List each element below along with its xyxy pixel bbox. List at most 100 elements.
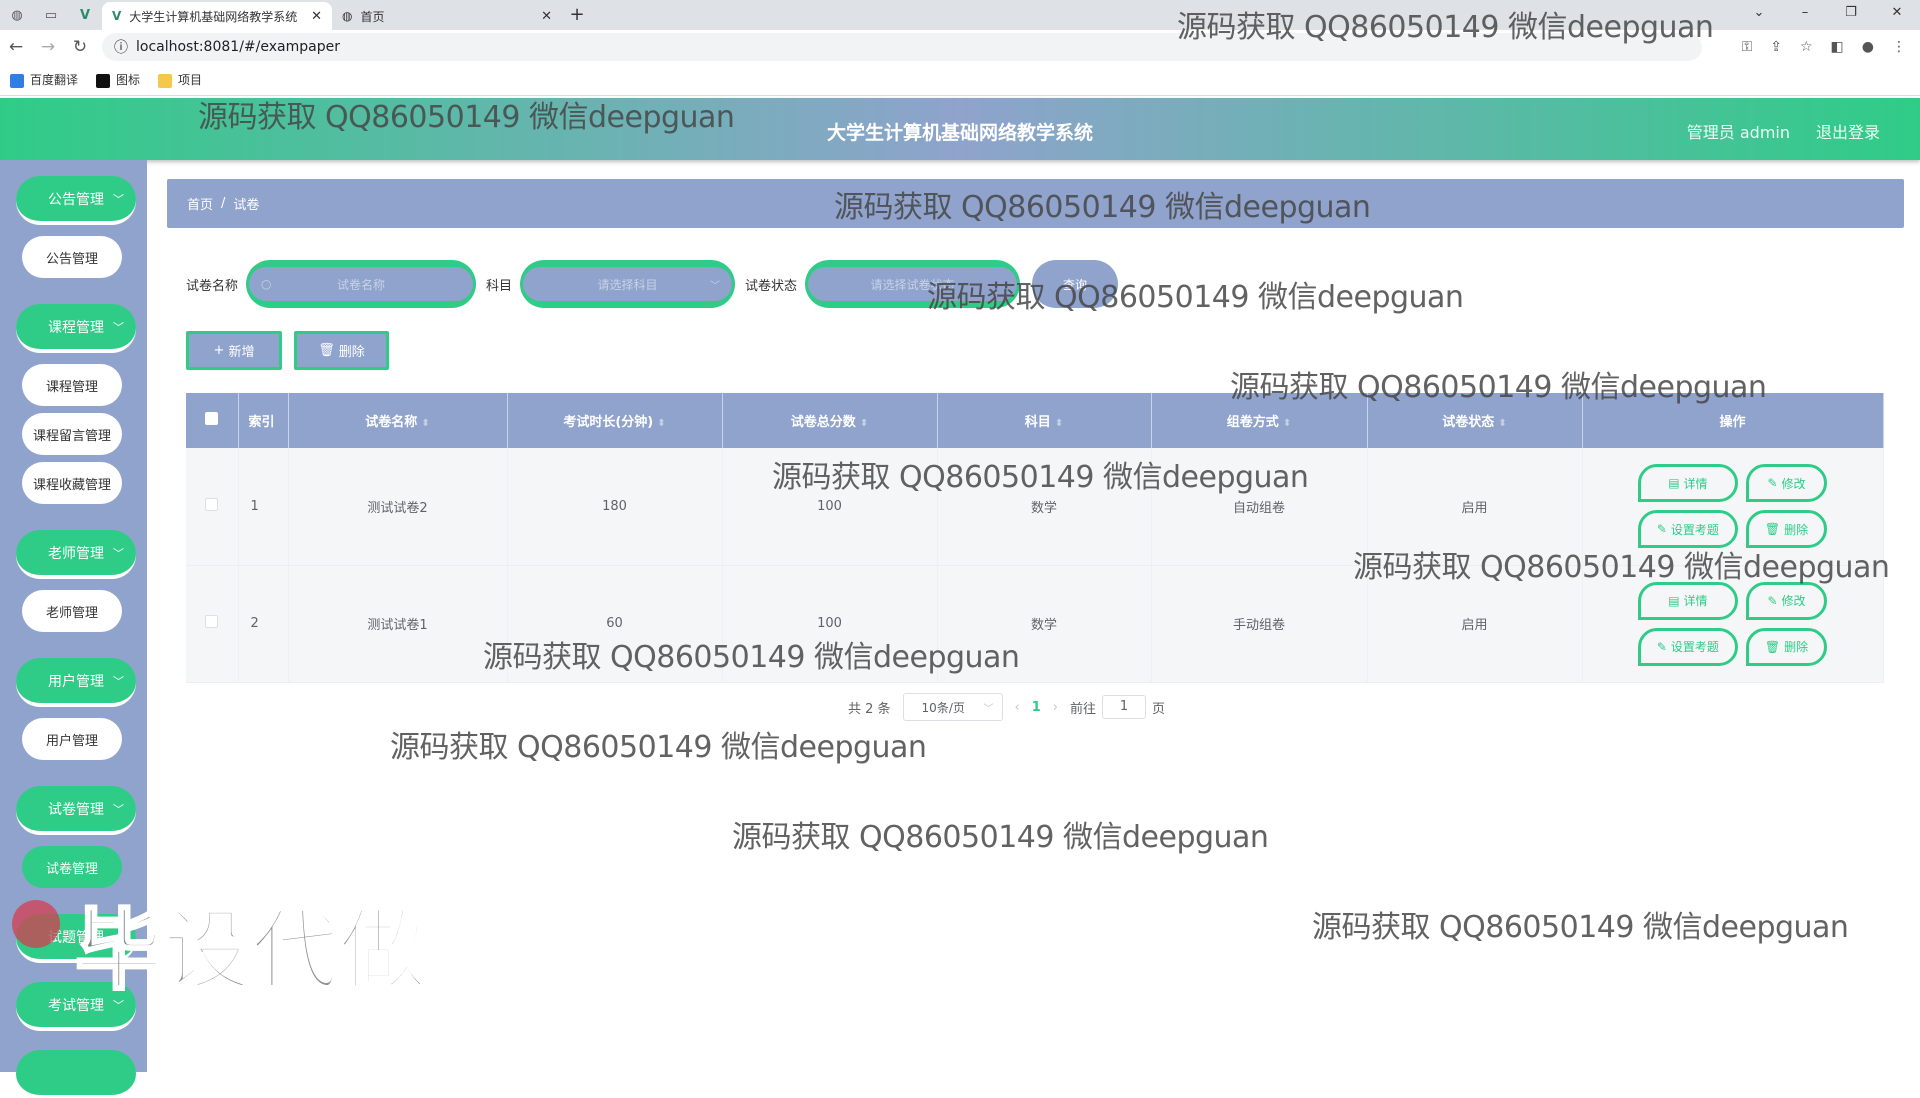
menu-more[interactable]	[16, 1050, 136, 1098]
submenu-notice[interactable]: 公告管理	[22, 236, 122, 278]
minimize-icon[interactable]: –	[1782, 0, 1828, 30]
edit-button[interactable]: ✎ 修改	[1745, 464, 1828, 503]
delete-button[interactable]: 🗑 删除	[1745, 510, 1828, 549]
close-icon[interactable]: ✕	[311, 9, 322, 24]
vue-icon[interactable]: V	[68, 0, 102, 30]
set-questions-button[interactable]: ✎ 设置考题	[1637, 627, 1738, 666]
trash-icon: 🗑	[1764, 639, 1781, 654]
plus-icon: +	[213, 343, 225, 358]
status-select[interactable]: 请选择试卷状态	[805, 260, 1021, 308]
set-questions-button[interactable]: ✎ 设置考题	[1637, 510, 1738, 549]
menu-user[interactable]: 用户管理 ﹀	[16, 658, 136, 706]
breadcrumb: 首页 / 试卷	[167, 179, 1904, 228]
pinned-tab-icon[interactable]: ▭	[34, 0, 68, 30]
bookmark-item[interactable]: 图标	[96, 71, 140, 88]
new-tab-button[interactable]: +	[562, 2, 592, 30]
query-button[interactable]: 查询	[1032, 260, 1119, 308]
restore-icon[interactable]: ❐	[1828, 0, 1874, 30]
menu-notice[interactable]: 公告管理 ﹀	[16, 176, 136, 224]
submenu-exampaper[interactable]: 试卷管理	[22, 846, 122, 888]
chevron-down-icon: ﹀	[113, 802, 124, 816]
back-icon[interactable]: ←	[0, 37, 32, 57]
close-window-icon[interactable]: ✕	[1874, 0, 1920, 30]
submenu-course-favorites[interactable]: 课程收藏管理	[22, 462, 122, 504]
op-label: 删除	[1784, 522, 1809, 537]
cell-total: 100	[722, 565, 938, 683]
url-input[interactable]: ⓘ localhost:8081/#/exampaper	[102, 33, 1702, 61]
cell-status: 启用	[1367, 448, 1583, 566]
logout-link[interactable]: 退出登录	[1816, 119, 1880, 143]
submenu-teacher[interactable]: 老师管理	[22, 590, 122, 632]
page-number[interactable]: 1	[1032, 700, 1041, 715]
profile-icon[interactable]: ●	[1862, 39, 1874, 55]
col-duration[interactable]: 考试时长(分钟) ⬍	[507, 393, 723, 448]
breadcrumb-home[interactable]: 首页	[187, 194, 213, 213]
add-button[interactable]: + 新增	[186, 331, 282, 370]
bookmark-item[interactable]: 百度翻译	[10, 71, 78, 88]
globe-icon[interactable]: ◍	[0, 0, 34, 30]
next-page-icon[interactable]: ›	[1053, 700, 1058, 715]
cell-name: 测试试卷1	[288, 565, 508, 683]
detail-button[interactable]: ▤ 详情	[1637, 581, 1738, 620]
cell-name: 测试试卷2	[288, 448, 508, 566]
sort-icon[interactable]: ⬍	[860, 418, 868, 429]
globe-icon: ◍	[342, 9, 353, 23]
browser-tab-active[interactable]: V 大学生计算机基础网络教学系统 ✕	[102, 2, 332, 30]
submenu-course-comments[interactable]: 课程留言管理	[22, 413, 122, 455]
browser-tab[interactable]: ◍ 首页 ✕	[332, 2, 562, 30]
sidepanel-icon[interactable]: ◧	[1831, 39, 1844, 55]
delete-button[interactable]: 🗑 删除	[1745, 627, 1828, 666]
name-search-input[interactable]: ○ 试卷名称	[246, 260, 477, 308]
batch-delete-button[interactable]: 🗑 删除	[294, 331, 389, 370]
submenu-user[interactable]: 用户管理	[22, 718, 122, 760]
bookmark-item[interactable]: 项目	[158, 71, 202, 88]
col-mode[interactable]: 组卷方式 ⬍	[1151, 393, 1368, 448]
prev-page-icon[interactable]: ‹	[1015, 700, 1020, 715]
cell-index: 1	[238, 448, 289, 566]
chevron-down-icon[interactable]: ⌄	[1736, 0, 1782, 30]
menu-teacher[interactable]: 老师管理 ﹀	[16, 530, 136, 578]
chevron-down-icon: ﹀	[113, 320, 124, 334]
sort-icon[interactable]: ⬍	[1498, 418, 1506, 429]
page-size-value: 10条/页	[921, 700, 965, 715]
table-row: 1 测试试卷2 180 100 数学 自动组卷 启用 ▤ 详情 ✎ 修改 ✎ 设置考题…	[186, 448, 1884, 566]
reload-icon[interactable]: ↻	[64, 37, 96, 57]
submenu-course[interactable]: 课程管理	[22, 364, 122, 406]
edit-button[interactable]: ✎ 修改	[1745, 581, 1828, 620]
share-icon[interactable]: ⇪	[1770, 39, 1782, 55]
op-label: 详情	[1683, 476, 1708, 491]
key-icon[interactable]: ⚿	[1742, 39, 1753, 55]
row-checkbox[interactable]	[186, 565, 239, 683]
cell-subject: 数学	[937, 565, 1152, 683]
sort-icon[interactable]: ⬍	[421, 418, 429, 429]
cell-status: 启用	[1367, 565, 1583, 683]
goto-page-input[interactable]: 1	[1102, 695, 1147, 719]
sort-icon[interactable]: ⬍	[1283, 418, 1291, 429]
document-icon: ▤	[1668, 476, 1680, 491]
add-label: 新增	[228, 345, 255, 360]
forward-icon[interactable]: →	[32, 37, 64, 57]
select-all-checkbox[interactable]	[186, 393, 239, 448]
subject-select[interactable]: 请选择科目 ﹀	[520, 260, 736, 308]
sort-icon[interactable]: ⬍	[657, 418, 665, 429]
row-checkbox[interactable]	[186, 448, 239, 566]
more-icon[interactable]: ⋮	[1892, 39, 1906, 55]
op-label: 设置考题	[1670, 522, 1719, 537]
menu-exam[interactable]: 考试管理 ﹀	[16, 982, 136, 1030]
col-status[interactable]: 试卷状态 ⬍	[1367, 393, 1583, 448]
col-total[interactable]: 试卷总分数 ⬍	[722, 393, 938, 448]
close-icon[interactable]: ✕	[541, 9, 552, 24]
col-subject[interactable]: 科目 ⬍	[937, 393, 1152, 448]
sort-icon[interactable]: ⬍	[1055, 418, 1063, 429]
cell-ops: ▤ 详情 ✎ 修改 ✎ 设置考题 🗑 删除	[1582, 448, 1884, 566]
star-icon[interactable]: ☆	[1800, 39, 1813, 55]
watermark: 源码获取 QQ86050149 微信deepguan	[390, 730, 927, 765]
placeholder: 请选择试卷状态	[870, 277, 955, 292]
trash-icon: 🗑	[1764, 522, 1781, 537]
detail-button[interactable]: ▤ 详情	[1637, 464, 1738, 503]
col-name[interactable]: 试卷名称 ⬍	[288, 393, 508, 448]
page-size-select[interactable]: 10条/页 ﹀	[902, 693, 1003, 721]
menu-course[interactable]: 课程管理 ﹀	[16, 304, 136, 352]
menu-exampaper[interactable]: 试卷管理 ﹀	[16, 786, 136, 834]
bookmark-label: 项目	[178, 73, 203, 87]
